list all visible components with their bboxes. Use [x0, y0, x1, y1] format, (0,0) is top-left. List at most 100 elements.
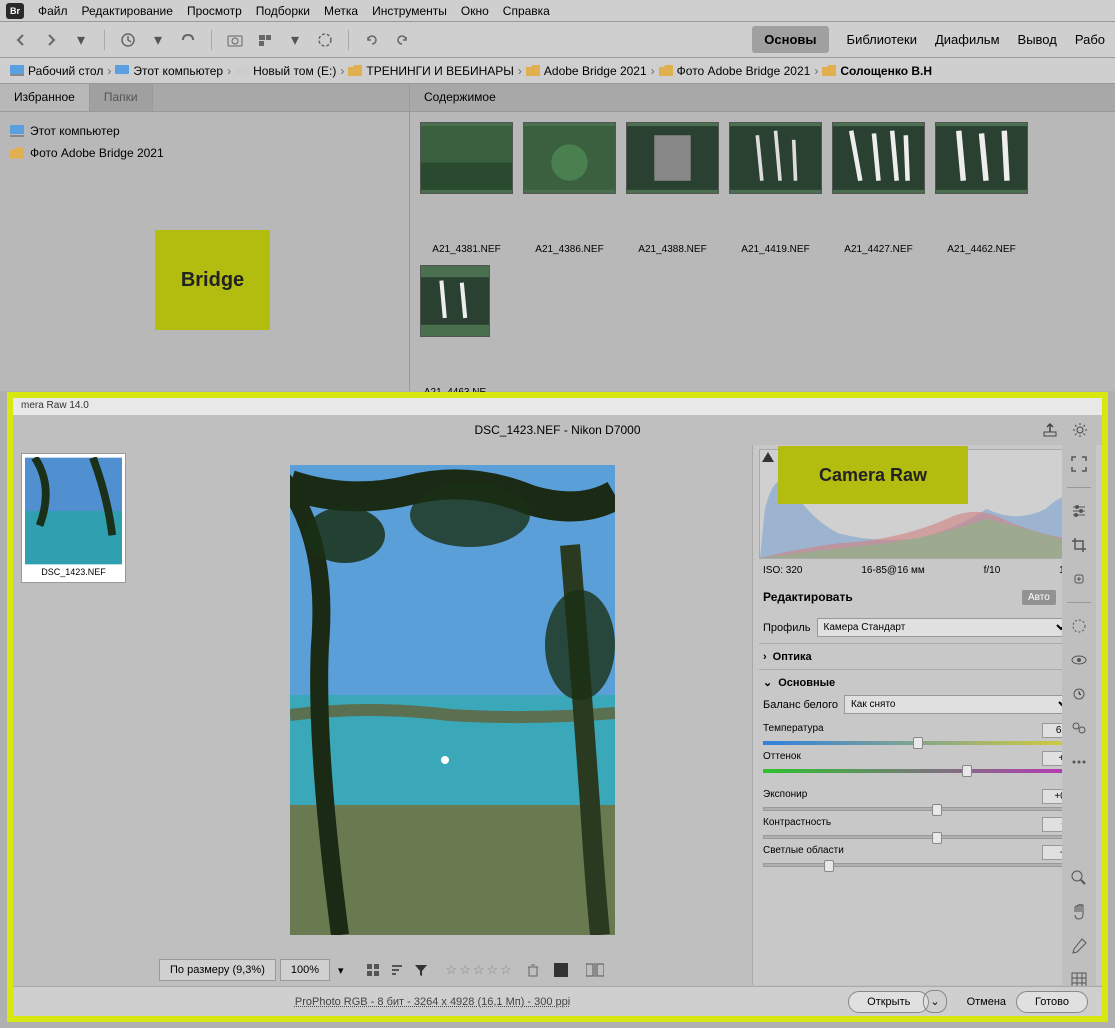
- menu-edit[interactable]: Редактирование: [82, 4, 173, 18]
- menu-tools[interactable]: Инструменты: [372, 4, 447, 18]
- camera-raw-window: mera Raw 14.0 DSC_1423.NEF - Nikon D7000…: [7, 392, 1108, 1022]
- recent-dropdown[interactable]: ▾: [147, 29, 169, 51]
- slider-highlights[interactable]: Светлые области-64: [763, 842, 1092, 870]
- rotate-cw-icon[interactable]: [391, 29, 413, 51]
- trash-icon[interactable]: [526, 963, 540, 977]
- refine-dropdown[interactable]: ▾: [284, 29, 306, 51]
- hand-icon[interactable]: [1068, 901, 1090, 923]
- auto-button[interactable]: Авто: [1022, 590, 1056, 605]
- preview-area: По размеру (9,3%) 100% ▾ ☆☆☆☆☆: [153, 445, 752, 985]
- slider-tint[interactable]: Оттенок+27: [763, 748, 1092, 776]
- menu-stacks[interactable]: Подборки: [256, 4, 310, 18]
- breadcrumb-item[interactable]: Этот компьютер: [133, 64, 223, 78]
- thumbnail-item[interactable]: A21_4462.NEF: [935, 122, 1028, 255]
- thumbnail-item[interactable]: A21_4427.NEF: [832, 122, 925, 255]
- open-button[interactable]: Открыть: [848, 991, 929, 1013]
- mask-icon[interactable]: [1068, 615, 1090, 637]
- filmstrip-thumb[interactable]: DSC_1423.NEF: [21, 453, 126, 583]
- favorites-item-computer[interactable]: Этот компьютер: [10, 120, 399, 142]
- zoom-100-button[interactable]: 100%: [280, 959, 330, 981]
- menu-help[interactable]: Справка: [503, 4, 550, 18]
- favorites-label: Этот компьютер: [30, 124, 120, 138]
- filter-icon[interactable]: [414, 963, 428, 977]
- preset-icon[interactable]: [1068, 717, 1090, 739]
- sampler-icon[interactable]: [1068, 935, 1090, 957]
- workspace-output[interactable]: Вывод: [1018, 32, 1057, 47]
- snapshot-icon[interactable]: [1068, 683, 1090, 705]
- thumbnail-item[interactable]: A21_4463.NE: [420, 265, 490, 398]
- filmstrip-label: DSC_1423.NEF: [25, 565, 122, 579]
- breadcrumb-item[interactable]: ТРЕНИНГИ И ВЕБИНАРЫ: [366, 64, 514, 78]
- breadcrumb-item[interactable]: Adobe Bridge 2021: [544, 64, 647, 78]
- annotation-bridge: Bridge: [155, 230, 270, 330]
- done-button[interactable]: Готово: [1016, 991, 1088, 1013]
- cancel-button[interactable]: Отмена: [967, 996, 1006, 1008]
- computer-icon: [115, 65, 129, 76]
- workspace-essentials[interactable]: Основы: [752, 26, 828, 53]
- favorites-label: Фото Adobe Bridge 2021: [30, 146, 164, 160]
- redeye-icon[interactable]: [1068, 649, 1090, 671]
- refine-icon[interactable]: [254, 29, 276, 51]
- breadcrumb-item[interactable]: Новый том (E:): [253, 64, 336, 78]
- workspace-filmstrip[interactable]: Диафильм: [935, 32, 1000, 47]
- breadcrumb-item[interactable]: Солощенко В.Н: [840, 64, 932, 78]
- thumbnail-item[interactable]: A21_4419.NEF: [729, 122, 822, 255]
- folder-icon: [659, 65, 673, 76]
- menubar: Br Файл Редактирование Просмотр Подборки…: [0, 0, 1115, 22]
- output-info[interactable]: ProPhoto RGB - 8 бит - 3264 x 4928 (16,1…: [27, 996, 838, 1008]
- section-optics[interactable]: › Оптика ◉: [763, 650, 1092, 663]
- computer-icon: [10, 125, 24, 137]
- color-label-icon[interactable]: [554, 963, 568, 977]
- menu-label[interactable]: Метка: [324, 4, 358, 18]
- menu-view[interactable]: Просмотр: [187, 4, 242, 18]
- forward-dropdown[interactable]: ▾: [70, 29, 92, 51]
- breadcrumb-item[interactable]: Рабочий стол: [28, 64, 103, 78]
- grid-view-icon[interactable]: [366, 963, 380, 977]
- back-button[interactable]: [10, 29, 32, 51]
- profile-select[interactable]: Камера Стандарт: [817, 618, 1071, 637]
- chevron-down-icon: ⌄: [763, 676, 772, 689]
- slider-contrast[interactable]: Контрастность+7: [763, 814, 1092, 842]
- thumbnail-item[interactable]: A21_4388.NEF: [626, 122, 719, 255]
- zoom-icon[interactable]: [1068, 867, 1090, 889]
- sort-icon[interactable]: [390, 963, 404, 977]
- slider-exposure[interactable]: Экспонир+0.23: [763, 786, 1092, 814]
- zoom-fit-button[interactable]: По размеру (9,3%): [159, 959, 276, 981]
- workspace-more[interactable]: Рабо: [1075, 32, 1105, 47]
- rotate-ccw-icon[interactable]: [361, 29, 383, 51]
- zoom-dropdown[interactable]: ▾: [334, 962, 348, 979]
- thumbnail-item[interactable]: A21_4386.NEF: [523, 122, 616, 255]
- fullscreen-icon[interactable]: [1068, 453, 1090, 475]
- section-basic[interactable]: ⌄ Основные ◉: [763, 676, 1092, 689]
- folder-icon: [822, 65, 836, 76]
- heal-icon[interactable]: [1068, 568, 1090, 590]
- wb-select[interactable]: Как снято: [844, 695, 1072, 714]
- rating-stars[interactable]: ☆☆☆☆☆: [446, 962, 512, 978]
- export-icon[interactable]: [1042, 422, 1058, 438]
- preview-image[interactable]: [290, 465, 615, 935]
- open-dropdown[interactable]: ⌄: [923, 990, 946, 1013]
- cr-bottom-bar: ProPhoto RGB - 8 бит - 3264 x 4928 (16,1…: [13, 986, 1102, 1016]
- more-icon[interactable]: [1068, 751, 1090, 773]
- boomerang-icon[interactable]: [177, 29, 199, 51]
- tab-folders[interactable]: Папки: [90, 84, 153, 111]
- breadcrumb-item[interactable]: Фото Adobe Bridge 2021: [677, 64, 811, 78]
- edit-sliders-icon[interactable]: [1068, 500, 1090, 522]
- recent-button[interactable]: [117, 29, 139, 51]
- compare-icon[interactable]: [586, 963, 604, 977]
- content-panel: Содержимое A21_4381.NEF A21_4386.NEF A21…: [410, 84, 1115, 391]
- menu-window[interactable]: Окно: [461, 4, 489, 18]
- forward-button[interactable]: [40, 29, 62, 51]
- thumbnail-item[interactable]: A21_4381.NEF: [420, 122, 513, 255]
- gear-icon[interactable]: [1072, 422, 1088, 438]
- aperture-icon[interactable]: [314, 29, 336, 51]
- workspace-libraries[interactable]: Библиотеки: [847, 32, 917, 47]
- crop-icon[interactable]: [1068, 534, 1090, 556]
- tab-favorites[interactable]: Избранное: [0, 84, 90, 111]
- folder-icon: [348, 65, 362, 76]
- slider-temperature[interactable]: Температура6350: [763, 720, 1092, 748]
- favorites-item-folder[interactable]: Фото Adobe Bridge 2021: [10, 142, 399, 164]
- shadow-clip-icon[interactable]: [762, 452, 774, 464]
- camera-icon[interactable]: [224, 29, 246, 51]
- menu-file[interactable]: Файл: [38, 4, 68, 18]
